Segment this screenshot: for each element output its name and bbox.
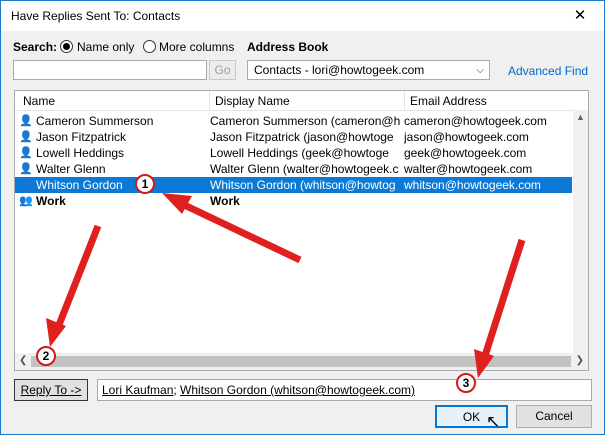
contact-name: Lowell Heddings — [36, 146, 125, 160]
scroll-left-icon[interactable]: ❮ — [19, 355, 27, 366]
address-book-value: Contacts - lori@howtogeek.com — [254, 63, 425, 77]
contact-email: geek@howtogeek.com — [404, 146, 527, 160]
column-header-email[interactable]: Email Address — [410, 94, 487, 108]
contact-email: whitson@howtogeek.com — [404, 178, 541, 192]
name-only-label[interactable]: Name only — [77, 40, 134, 54]
contact-display-name: Lowell Heddings (geek@howtoge — [210, 146, 389, 160]
column-header-name[interactable]: Name — [23, 94, 55, 108]
contact-email: jason@howtogeek.com — [404, 130, 529, 144]
close-icon[interactable]: ✕ — [562, 4, 598, 28]
go-button[interactable]: Go — [209, 60, 236, 80]
contact-icon: 👤 — [19, 179, 33, 191]
contact-icon: 👤 — [19, 131, 33, 143]
list-header: Name Display Name Email Address — [15, 91, 588, 111]
horizontal-scrollbar[interactable]: ❮ ❯ — [15, 353, 588, 370]
vertical-scrollbar[interactable]: ▲ — [573, 110, 588, 354]
group-name: Work — [36, 194, 66, 208]
annotation-badge-2: 2 — [36, 346, 56, 366]
scroll-right-icon[interactable]: ❯ — [576, 355, 584, 366]
scrollbar-thumb[interactable] — [31, 356, 571, 367]
contact-icon: 👤 — [19, 115, 33, 127]
title-bar: Have Replies Sent To: Contacts ✕ — [1, 1, 604, 31]
contact-icon: 👤 — [19, 163, 33, 175]
more-columns-label[interactable]: More columns — [159, 40, 234, 54]
reply-to-field[interactable]: Lori Kaufman; Whitson Gordon (whitson@ho… — [97, 379, 592, 401]
address-book-label: Address Book — [247, 40, 329, 54]
table-row[interactable]: 👤 Walter Glenn Walter Glenn (walter@howt… — [15, 161, 572, 177]
group-display-name: Work — [210, 194, 240, 208]
address-book-select[interactable]: Contacts - lori@howtogeek.com ⌵ — [247, 60, 490, 80]
name-only-radio[interactable] — [60, 40, 73, 53]
annotation-badge-1: 1 — [135, 174, 155, 194]
contact-display-name: Cameron Summerson (cameron@h — [210, 114, 400, 128]
group-icon: 👥 — [19, 195, 33, 207]
search-label: Search: — [13, 40, 58, 54]
column-header-display-name[interactable]: Display Name — [215, 94, 290, 108]
cancel-button[interactable]: Cancel — [516, 405, 592, 428]
contact-name: Jason Fitzpatrick — [36, 130, 127, 144]
contact-icon: 👤 — [19, 147, 33, 159]
contact-name: Walter Glenn — [36, 162, 106, 176]
contact-display-name: Jason Fitzpatrick (jason@howtoge — [210, 130, 394, 144]
table-row[interactable]: 👤 Cameron Summerson Cameron Summerson (c… — [15, 113, 572, 129]
contact-display-name: Walter Glenn (walter@howtogeek.c — [210, 162, 399, 176]
chevron-down-icon: ⌵ — [476, 65, 484, 76]
contact-name: Whitson Gordon — [36, 178, 123, 192]
contact-name: Cameron Summerson — [36, 114, 154, 128]
contact-display-name: Whitson Gordon (whitson@howtog — [210, 178, 396, 192]
reply-recipient-1: Lori Kaufman — [102, 383, 174, 397]
scroll-up-icon[interactable]: ▲ — [576, 112, 585, 122]
table-row[interactable]: 👤 Lowell Heddings Lowell Heddings (geek@… — [15, 145, 572, 161]
table-row-group[interactable]: 👥 Work Work — [15, 193, 572, 209]
contacts-list[interactable]: Name Display Name Email Address 👤 Camero… — [14, 90, 589, 371]
contact-email: walter@howtogeek.com — [404, 162, 533, 176]
annotation-badge-3: 3 — [456, 373, 476, 393]
more-columns-radio[interactable] — [143, 40, 156, 53]
advanced-find-link[interactable]: Advanced Find — [508, 64, 588, 78]
reply-recipient-2: Whitson Gordon (whitson@howtogeek.com) — [180, 383, 415, 397]
reply-to-button[interactable]: Reply To -> — [14, 379, 88, 401]
contact-email: cameron@howtogeek.com — [404, 114, 547, 128]
cursor-icon: ↖ — [486, 412, 501, 431]
search-input[interactable] — [13, 60, 207, 80]
table-row[interactable]: 👤 Jason Fitzpatrick Jason Fitzpatrick (j… — [15, 129, 572, 145]
table-row-selected[interactable]: 👤 Whitson Gordon Whitson Gordon (whitson… — [15, 177, 572, 193]
window-title: Have Replies Sent To: Contacts — [11, 9, 181, 23]
dialog-window: Have Replies Sent To: Contacts ✕ Search:… — [0, 0, 605, 435]
